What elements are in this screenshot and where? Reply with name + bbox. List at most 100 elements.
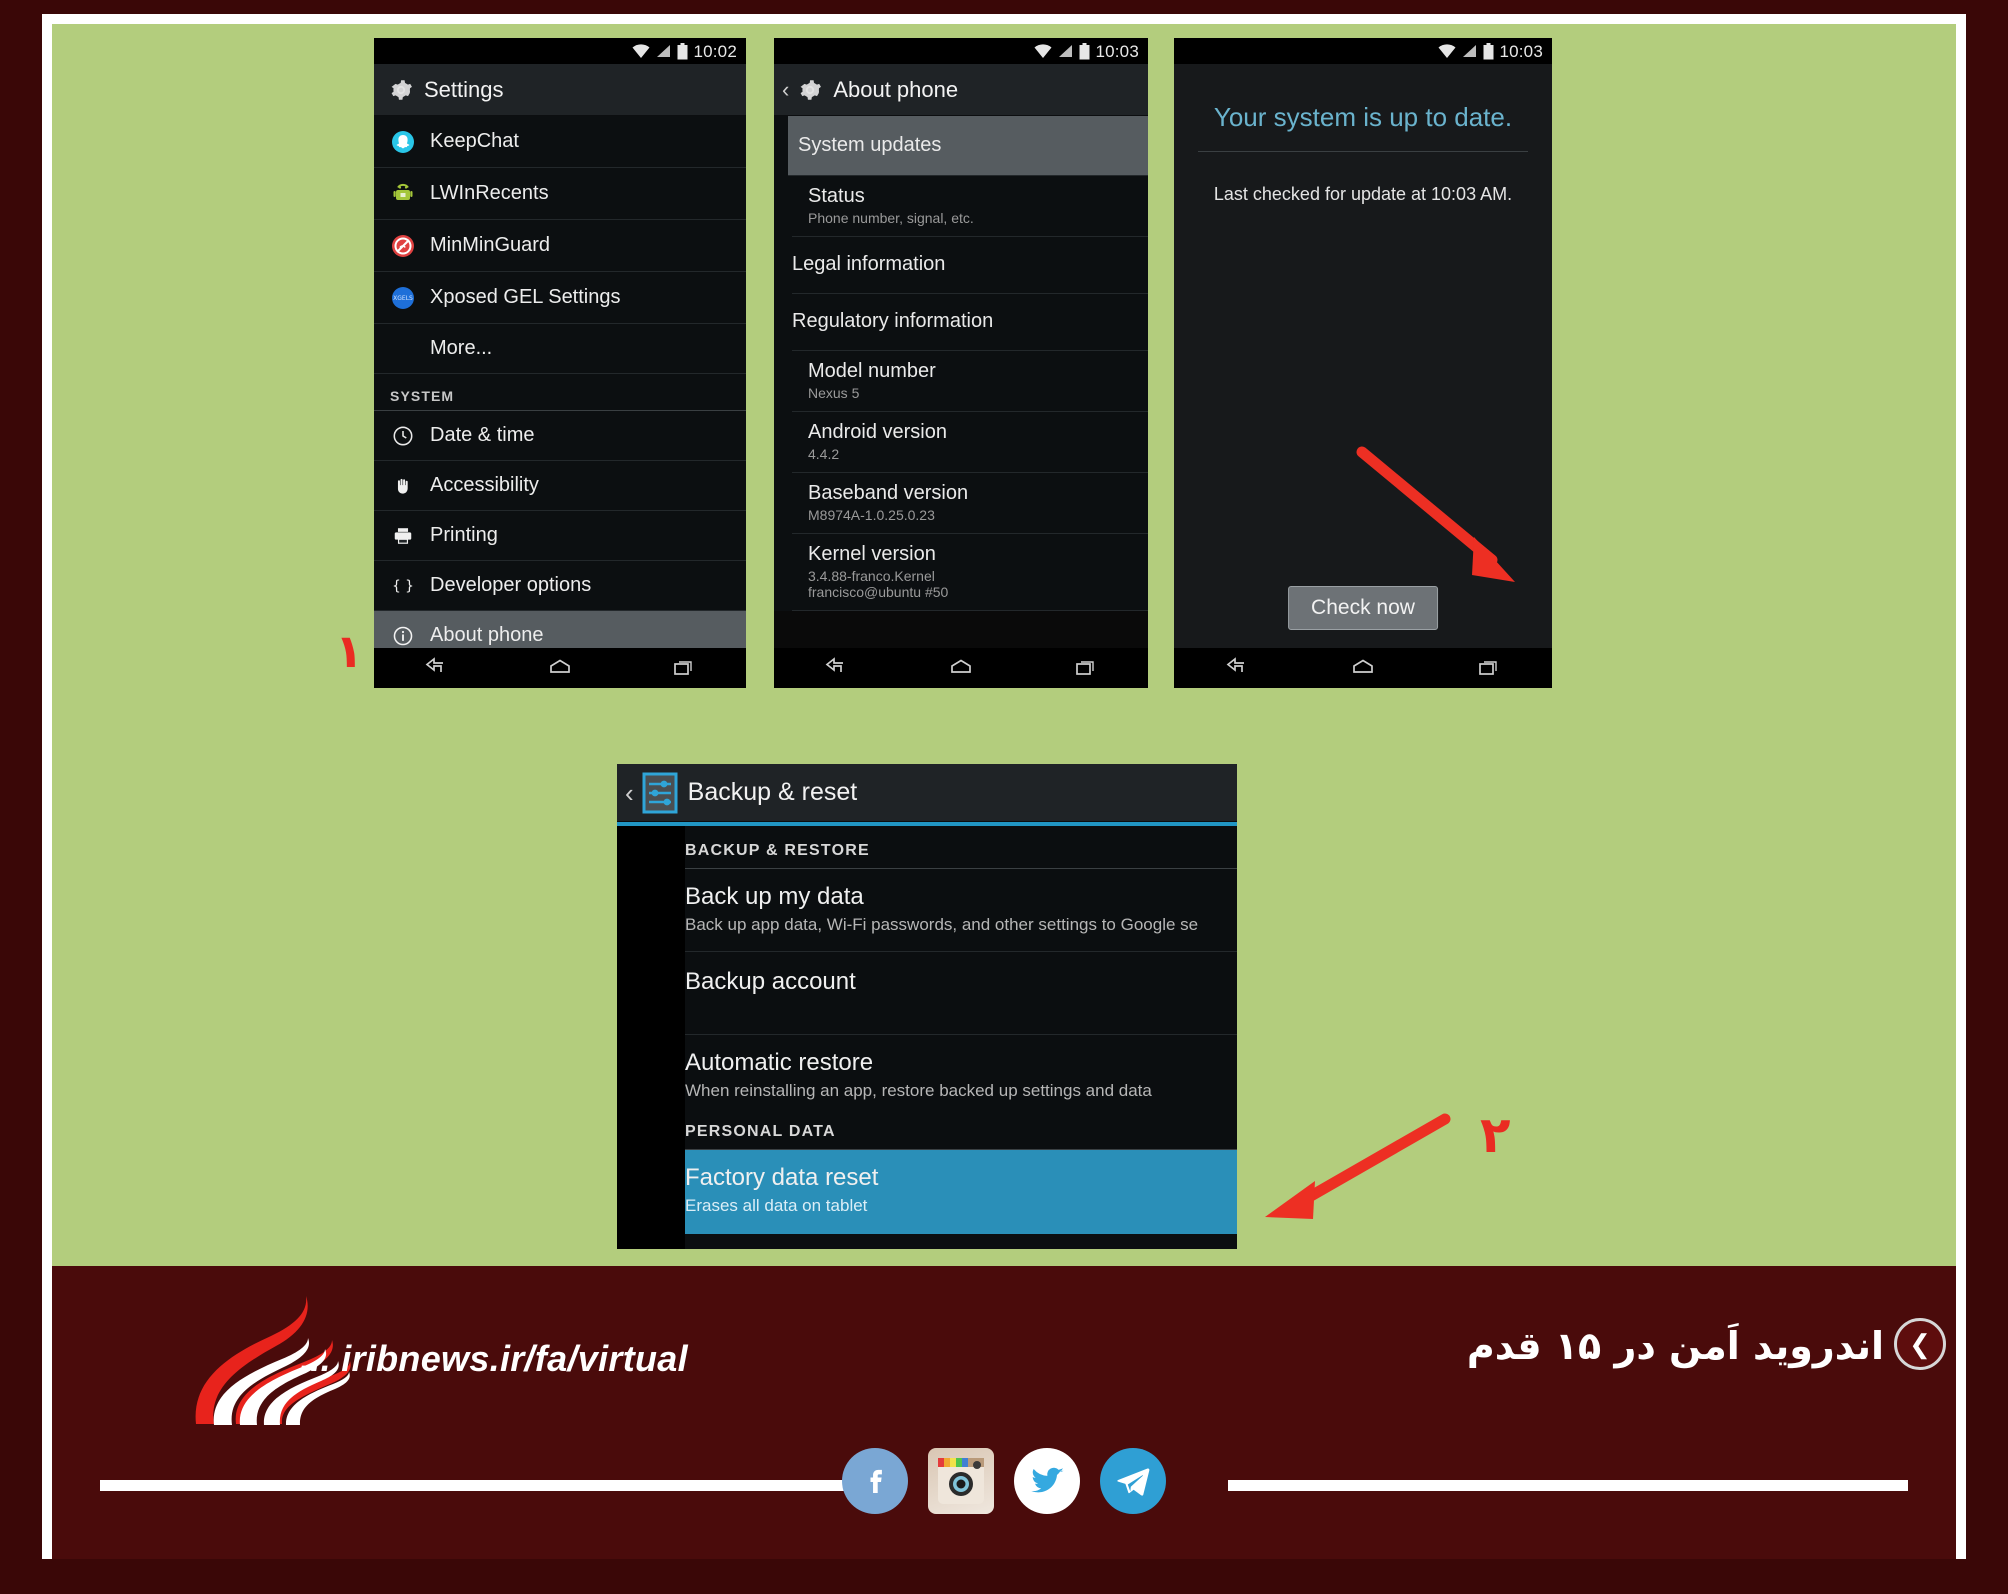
home-nav-icon[interactable] [545,657,575,679]
backup-reset-action-bar: ‹ Backup & reset [617,764,1237,822]
hand-icon [390,473,416,499]
settings-item-label: Date & time [430,424,535,446]
section-header-personal-data: PERSONAL DATA [685,1117,1237,1150]
settings-item-xposed-gel[interactable]: XGELS Xposed GEL Settings [374,272,746,324]
sidebar-item-date-time[interactable]: Date & time [374,411,746,461]
telegram-icon[interactable] [1100,1448,1166,1514]
divider-right [1228,1480,1908,1491]
list-item-automatic-restore[interactable]: Automatic restore When reinstalling an a… [685,1035,1237,1117]
back-caret-icon[interactable]: ‹ [625,780,634,806]
step-number-one: ۱ [335,624,364,678]
list-item-android-version[interactable]: Android version 4.4.2 [792,412,1148,473]
list-item-title: Automatic restore [685,1049,874,1076]
settings-item-keepchat[interactable]: KeepChat [374,116,746,168]
settings-gear-icon [391,79,412,100]
settings-item-label: More... [430,337,493,359]
list-item-title: Kernel version [808,543,936,565]
back-nav-icon[interactable] [1222,657,1252,679]
settings-item-label: Developer options [430,574,592,596]
phone-screenshot-settings: 10:02 Settings KeepChat LWInRecents MinM… [374,38,746,688]
facebook-icon[interactable] [842,1448,908,1514]
sidebar-item-printing[interactable]: Printing [374,511,746,561]
list-item-baseband-version[interactable]: Baseband version M8974A-1.0.25.0.23 [792,473,1148,534]
list-item-back-up-my-data[interactable]: Back up my data Back up app data, Wi-Fi … [685,869,1237,952]
list-item-kernel-version[interactable]: Kernel version 3.4.88-franco.Kernel fran… [792,534,1148,611]
empty-icon-slot [390,336,416,362]
status-bar: 10:03 [774,38,1148,64]
list-item-system-updates[interactable]: System updates [788,116,1148,176]
article-title-fa: اندروید اَمن در ۱۵ قدم [1466,1324,1884,1368]
list-item-title: Backup account [685,968,856,995]
twitter-icon[interactable] [1014,1448,1080,1514]
back-nav-icon[interactable] [421,657,451,679]
settings-item-more[interactable]: More... [374,324,746,374]
list-item-model-number[interactable]: Model number Nexus 5 [792,351,1148,412]
settings-item-label: MinMinGuard [430,234,551,256]
content-stage: 10:02 Settings KeepChat LWInRecents MinM… [52,24,1956,1266]
list-item-summary: M8974A-1.0.25.0.23 [808,507,935,523]
xposed-gel-app-icon: XGELS [390,285,416,311]
settings-item-label: Accessibility [430,474,539,496]
clock-icon [390,423,416,449]
prev-arrow-icon[interactable]: ❮ [1894,1318,1946,1370]
home-nav-icon[interactable] [946,657,976,679]
android-nav-bar [1174,648,1552,688]
divider-left [100,1480,850,1491]
list-item-backup-account[interactable]: Backup account [685,952,1237,1035]
list-item-summary: Erases all data on tablet [685,1196,868,1215]
sidebar-item-accessibility[interactable]: Accessibility [374,461,746,511]
last-checked-text: Last checked for update at 10:03 AM. [1213,184,1513,204]
backup-reset-panel: ‹ Backup & reset BACKUP & RESTORE Back u… [617,764,1237,1249]
list-item-title: Model number [808,360,936,382]
battery-icon [1079,42,1090,59]
status-time: 10:03 [1095,41,1139,61]
list-item-summary: 4.4.2 [808,446,840,462]
settings-item-label: KeepChat [430,130,519,152]
list-item-factory-data-reset[interactable]: Factory data reset Erases all data on ta… [685,1150,1237,1234]
list-item-summary: When reinstalling an app, restore backed… [685,1081,1152,1100]
svg-text:{ }: { } [392,578,414,594]
list-item-title: Android version [808,421,947,443]
recents-nav-icon[interactable] [1071,657,1101,679]
poster-root: 10:02 Settings KeepChat LWInRecents MinM… [0,0,2008,1594]
list-item-summary: 3.4.88-franco.Kernel francisco@ubuntu #5… [808,568,949,600]
settings-item-label: Xposed GEL Settings [430,286,621,308]
list-item-status[interactable]: Status Phone number, signal, etc. [792,176,1148,237]
list-item-title: Status [808,185,865,207]
phone-screenshot-about-phone: 10:03 ‹ About phone System updates Statu… [774,38,1148,688]
list-item-title: Baseband version [808,482,969,504]
list-item-legal-information[interactable]: Legal information [792,237,1148,294]
recents-nav-icon[interactable] [669,657,699,679]
settings-item-label: Printing [430,524,498,546]
settings-list: KeepChat LWInRecents MinMinGuard XGELS X… [374,116,746,661]
page-title: Backup & reset [687,778,858,806]
recents-nav-icon[interactable] [1474,657,1504,679]
list-item-title: Back up my data [685,883,864,910]
social-links [842,1448,1166,1514]
list-item-summary: Phone number, signal, etc. [808,210,974,226]
settings-item-lwinrecents[interactable]: LWInRecents [374,168,746,220]
wifi-icon [632,44,650,58]
battery-icon [1483,42,1494,59]
section-header-system: SYSTEM [374,374,746,411]
list-item-title: System updates [798,134,942,156]
site-url[interactable]: ... iribnews.ir/fa/virtual [300,1338,688,1380]
backup-reset-list: BACKUP & RESTORE Back up my data Back up… [685,826,1237,1249]
list-item-summary: Nexus 5 [808,385,860,401]
footer-banner: ... iribnews.ir/fa/virtual اندروید اَمن … [52,1266,1956,1559]
check-now-button[interactable]: Check now [1288,586,1438,630]
instagram-icon[interactable] [928,1448,994,1514]
battery-icon [677,42,688,59]
sidebar-item-developer-options[interactable]: { } Developer options [374,561,746,611]
android-nav-bar [774,648,1148,688]
back-nav-icon[interactable] [821,657,851,679]
backup-reset-icon [642,772,678,813]
list-item-regulatory-information[interactable]: Regulatory information [792,294,1148,351]
settings-item-minminguard[interactable]: MinMinGuard [374,220,746,272]
home-nav-icon[interactable] [1348,657,1378,679]
update-status-title: Your system is up to date. [1213,102,1513,132]
back-caret-icon[interactable]: ‹ [782,78,789,101]
signal-icon [1463,45,1477,57]
info-circle-icon [390,623,416,649]
divider [1198,151,1528,152]
